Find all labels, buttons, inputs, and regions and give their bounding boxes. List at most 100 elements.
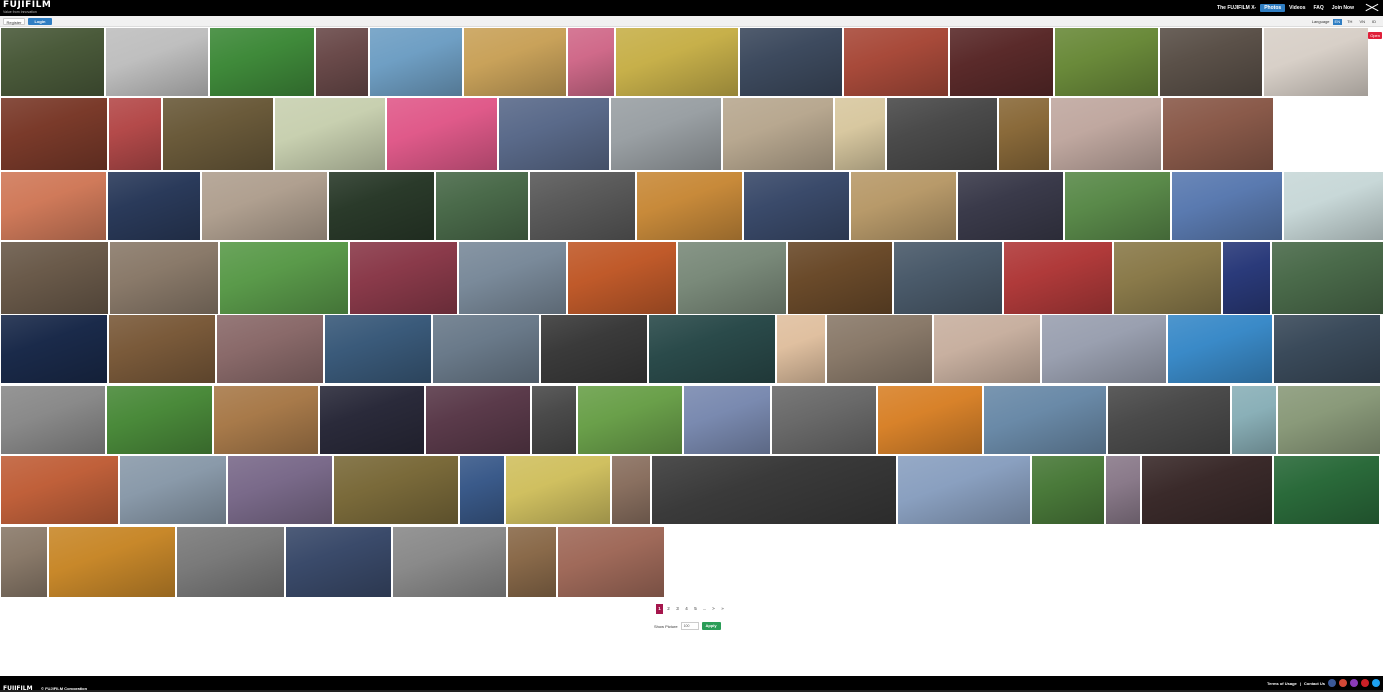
photo-thumbnail[interactable] (898, 456, 1030, 524)
terms-link[interactable]: Terms of Usage (1267, 681, 1297, 686)
photo-thumbnail[interactable] (109, 98, 161, 170)
photo-thumbnail[interactable] (464, 28, 566, 96)
photo-thumbnail[interactable] (894, 242, 1002, 314)
photo-thumbnail[interactable] (499, 98, 609, 170)
photo-thumbnail[interactable] (109, 315, 215, 383)
photo-thumbnail[interactable] (649, 315, 775, 383)
photo-thumbnail[interactable] (1223, 242, 1270, 314)
page-2[interactable]: 2 (665, 604, 672, 614)
x-logo-icon[interactable] (1364, 2, 1380, 14)
photo-thumbnail[interactable] (1278, 386, 1380, 454)
photo-thumbnail[interactable] (827, 315, 932, 383)
photo-thumbnail[interactable] (163, 98, 273, 170)
photo-thumbnail[interactable] (1232, 386, 1276, 454)
photo-thumbnail[interactable] (612, 456, 650, 524)
photo-thumbnail[interactable] (788, 242, 892, 314)
photo-thumbnail[interactable] (316, 28, 368, 96)
photo-thumbnail[interactable] (777, 315, 825, 383)
instagram-icon[interactable] (1350, 679, 1358, 687)
photo-thumbnail[interactable] (210, 28, 314, 96)
photo-thumbnail[interactable] (723, 98, 833, 170)
photo-thumbnail[interactable] (958, 172, 1063, 240)
photo-thumbnail[interactable] (578, 386, 682, 454)
googleplus-icon[interactable] (1339, 679, 1347, 687)
lang-en[interactable]: EN (1332, 18, 1343, 25)
photo-thumbnail[interactable] (1160, 28, 1262, 96)
photo-thumbnail[interactable] (334, 456, 458, 524)
photo-thumbnail[interactable] (1042, 315, 1166, 383)
photo-thumbnail[interactable] (652, 456, 896, 524)
photo-thumbnail[interactable] (851, 172, 956, 240)
photo-thumbnail[interactable] (1274, 456, 1379, 524)
register-button[interactable]: Register (3, 18, 25, 25)
photo-thumbnail[interactable] (532, 386, 576, 454)
nav-videos[interactable]: Videos (1285, 5, 1309, 11)
photo-thumbnail[interactable] (214, 386, 318, 454)
photo-thumbnail[interactable] (1004, 242, 1112, 314)
photo-thumbnail[interactable] (684, 386, 770, 454)
last-page-icon[interactable]: » (719, 604, 726, 614)
photo-thumbnail[interactable] (678, 242, 786, 314)
photo-thumbnail[interactable] (934, 315, 1040, 383)
photo-thumbnail[interactable] (1055, 28, 1158, 96)
photo-thumbnail[interactable] (616, 28, 738, 96)
photo-thumbnail[interactable] (433, 315, 539, 383)
photo-thumbnail[interactable] (325, 315, 431, 383)
photo-thumbnail[interactable] (320, 386, 424, 454)
photo-thumbnail[interactable] (459, 242, 566, 314)
twitter-icon[interactable] (1372, 679, 1380, 687)
photo-thumbnail[interactable] (426, 386, 530, 454)
photo-thumbnail[interactable] (541, 315, 647, 383)
photo-thumbnail[interactable] (1114, 242, 1221, 314)
photo-thumbnail[interactable] (744, 172, 849, 240)
photo-thumbnail[interactable] (228, 456, 332, 524)
photo-thumbnail[interactable] (999, 98, 1049, 170)
page-1[interactable]: 1 (656, 604, 663, 614)
photo-thumbnail[interactable] (108, 172, 200, 240)
photo-thumbnail[interactable] (202, 172, 327, 240)
photo-thumbnail[interactable] (984, 386, 1106, 454)
photo-thumbnail[interactable] (1168, 315, 1272, 383)
photo-thumbnail[interactable] (611, 98, 721, 170)
photo-thumbnail[interactable] (177, 527, 284, 597)
facebook-icon[interactable] (1328, 679, 1336, 687)
photo-thumbnail[interactable] (436, 172, 528, 240)
photo-thumbnail[interactable] (393, 527, 506, 597)
fujifilm-logo[interactable]: FUJIFILM Value from Innovation (3, 1, 51, 15)
nav-faq[interactable]: FAQ (1309, 5, 1327, 11)
nav-photos[interactable]: Photos (1260, 4, 1286, 12)
photo-thumbnail[interactable] (387, 98, 497, 170)
photo-thumbnail[interactable] (1, 456, 118, 524)
open-badge[interactable]: Open (1368, 32, 1382, 39)
photo-thumbnail[interactable] (1, 242, 108, 314)
photo-thumbnail[interactable] (637, 172, 742, 240)
photo-thumbnail[interactable] (1, 28, 104, 96)
photo-thumbnail[interactable] (106, 28, 208, 96)
nav-the-fujifilm-x[interactable]: The FUJIFILM X- (1213, 5, 1260, 11)
photo-thumbnail[interactable] (275, 98, 385, 170)
photo-thumbnail[interactable] (217, 315, 323, 383)
next-page-icon[interactable]: > (710, 604, 717, 614)
page-4[interactable]: 4 (683, 604, 690, 614)
photo-thumbnail[interactable] (530, 172, 635, 240)
lang-id[interactable]: ID (1370, 19, 1378, 25)
photo-thumbnail[interactable] (950, 28, 1053, 96)
photo-thumbnail[interactable] (740, 28, 842, 96)
photo-thumbnail[interactable] (844, 28, 948, 96)
photo-thumbnail[interactable] (568, 28, 614, 96)
photo-thumbnail[interactable] (506, 456, 610, 524)
photo-thumbnail[interactable] (1106, 456, 1140, 524)
photo-thumbnail[interactable] (1, 172, 106, 240)
pinterest-icon[interactable] (1361, 679, 1369, 687)
lang-vn[interactable]: VN (1357, 19, 1367, 25)
photo-thumbnail[interactable] (1, 315, 107, 383)
photo-thumbnail[interactable] (220, 242, 348, 314)
photo-thumbnail[interactable] (1264, 28, 1368, 96)
photo-thumbnail[interactable] (1142, 456, 1272, 524)
login-button[interactable]: Login (28, 18, 52, 25)
photo-thumbnail[interactable] (350, 242, 457, 314)
photo-thumbnail[interactable] (558, 527, 664, 597)
photo-thumbnail[interactable] (1065, 172, 1170, 240)
apply-button[interactable]: Apply (701, 622, 721, 630)
photo-thumbnail[interactable] (1272, 242, 1383, 314)
